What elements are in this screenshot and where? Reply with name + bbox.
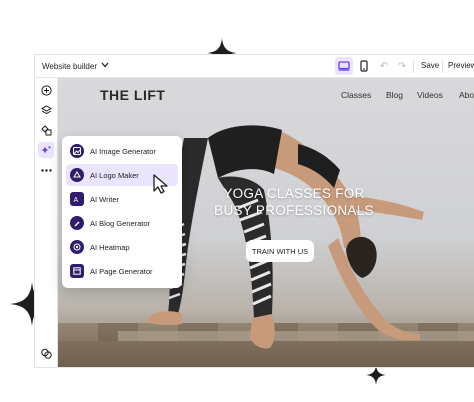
more-dots-icon [40,168,52,172]
mobile-icon [360,60,368,72]
layers-icon [40,104,52,114]
desktop-view-button[interactable] [335,57,353,75]
add-element-button[interactable] [38,82,54,98]
more-button[interactable] [38,162,54,178]
nav-item-videos[interactable]: Videos [417,90,443,100]
menu-item-label: AI Page Generator [90,266,153,276]
builder-sidebar [35,78,58,367]
divider [442,59,443,73]
hero-title-line: YOGA CLASSES FOR [223,186,365,201]
menu-item-label: AI Logo Maker [90,170,139,180]
menu-item-label: AI Writer [90,194,120,204]
svg-text:A: A [74,197,79,203]
help-button[interactable] [38,345,54,361]
save-button[interactable]: Save [421,61,439,70]
desktop-icon [338,61,350,71]
shapes-icon [40,124,51,135]
ai-sparkle-icon [40,145,51,154]
mobile-view-button[interactable] [355,57,373,75]
logo-icon [70,168,84,182]
nav-item-about[interactable]: Abo [459,90,474,100]
menu-item-label: AI Image Generator [90,146,156,156]
preview-button[interactable]: Preview [448,61,474,70]
menu-item-ai-page-generator[interactable]: AI Page Generator [66,260,178,282]
sparkle-icon [366,365,386,385]
page-icon [70,264,84,278]
menu-item-ai-blog-generator[interactable]: AI Blog Generator [66,212,178,234]
blog-icon [70,216,84,230]
train-with-us-button[interactable]: TRAIN WITH US [246,240,314,262]
website-builder-dropdown[interactable]: Website builder [42,59,109,73]
menu-item-label: AI Blog Generator [90,218,151,228]
plus-circle-icon [40,84,52,96]
redo-icon[interactable]: ↷ [395,59,409,73]
menu-item-ai-heatmap[interactable]: AI Heatmap [66,236,178,258]
mouse-cursor-icon [152,173,170,200]
divider [413,59,414,73]
image-icon [70,144,84,158]
website-builder-label: Website builder [42,61,97,71]
heatmap-icon [70,240,84,254]
builder-topbar: Website builder ↶ ↷ Save Preview [35,55,474,78]
nav-item-blog[interactable]: Blog [386,90,403,100]
writer-icon: A [70,192,84,206]
ai-tools-button[interactable] [38,142,54,158]
nav-item-classes[interactable]: Classes [341,90,371,100]
help-icon [40,348,52,359]
menu-item-label: AI Heatmap [90,242,130,252]
undo-icon[interactable]: ↶ [377,59,391,73]
layers-button[interactable] [38,102,54,118]
chevron-down-icon [101,61,109,70]
hero-title-line: BUSY PROFESSIONALS [214,203,374,218]
site-logo[interactable]: THE LIFT [100,87,165,103]
hero-title: YOGA CLASSES FOR BUSY PROFESSIONALS [204,185,384,219]
styles-button[interactable] [38,122,54,138]
ai-tools-menu: AI Image Generator AI Logo Maker A AI Wr… [62,136,182,288]
menu-item-ai-image-generator[interactable]: AI Image Generator [66,140,178,162]
